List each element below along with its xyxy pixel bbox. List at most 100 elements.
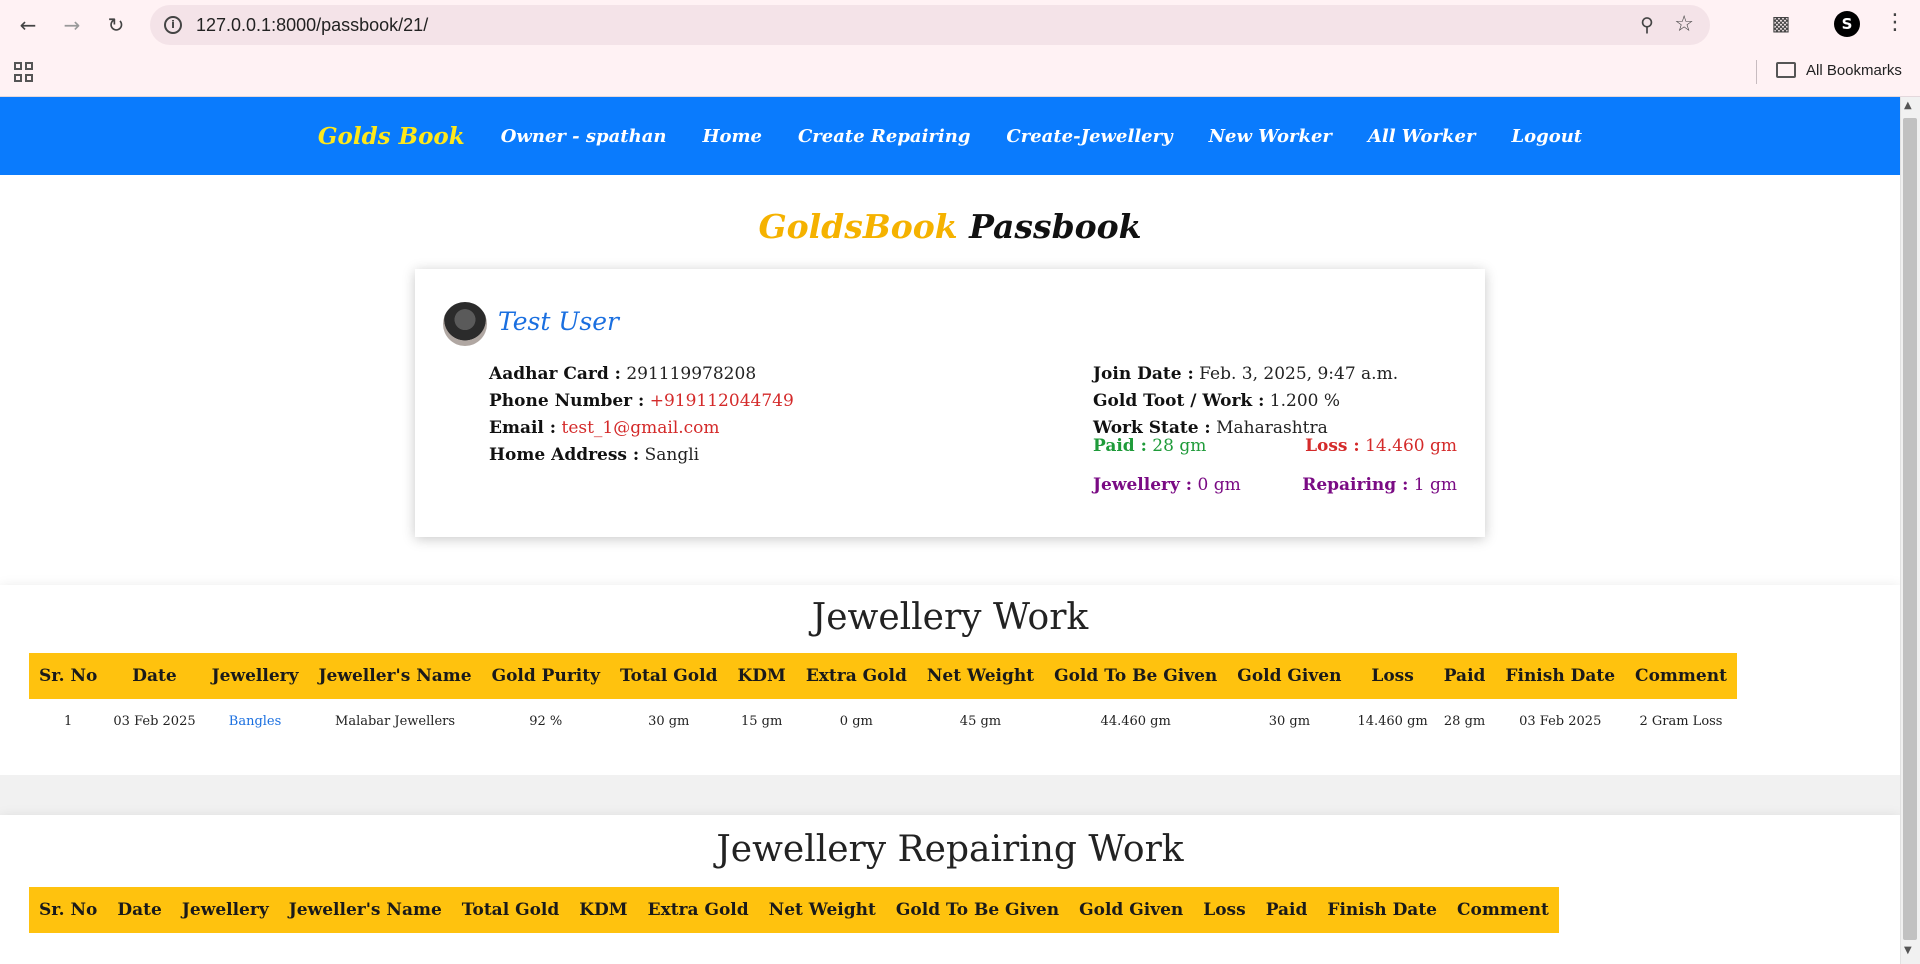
column-header: Comment: [1625, 653, 1737, 699]
scroll-up-arrow-icon[interactable]: ▲: [1904, 100, 1912, 111]
nav-logout[interactable]: Logout: [1493, 126, 1600, 147]
column-header: Sr. No: [29, 887, 108, 933]
column-header: Net Weight: [758, 887, 886, 933]
gold-toot-label: Gold Toot / Work :: [1093, 391, 1265, 411]
table-cell: 03 Feb 2025: [113, 713, 196, 729]
column-header: Loss: [1351, 653, 1434, 699]
table-header-row: Sr. No Date Jewellery Jeweller's Name Gold P…: [29, 653, 1737, 699]
column-header: Extra Gold: [795, 653, 917, 699]
column-header: Jeweller's Name: [308, 653, 482, 699]
column-header: Loss: [1193, 887, 1256, 933]
join-date-label: Join Date :: [1093, 364, 1194, 384]
reload-icon[interactable]: ↻: [102, 12, 130, 40]
nav-new-worker[interactable]: New Worker: [1191, 126, 1350, 147]
table-cell: 1: [64, 713, 73, 729]
aadhar-label: Aadhar Card :: [489, 364, 621, 384]
table-cell: Bangles: [202, 699, 309, 743]
repairing-label: Repairing :: [1302, 475, 1409, 495]
column-header: Total Gold: [609, 653, 728, 699]
paid-stat: Paid : 28 gm: [1093, 436, 1206, 456]
column-header: Jeweller's Name: [278, 887, 452, 933]
user-name: Test User: [498, 307, 619, 336]
scrollbar-thumb[interactable]: [1903, 118, 1917, 940]
jewellery-link[interactable]: Bangles: [229, 714, 282, 729]
repairing-work-section: Jewellery Repairing Work Sr. No Date Jewel…: [0, 815, 1900, 964]
column-header: Jewellery: [171, 887, 279, 933]
personal-info: Aadhar Card : 291119978208 Phone Number …: [489, 361, 794, 469]
column-header: Gold To Be Given: [885, 887, 1070, 933]
bookmarks-separator: [1756, 60, 1757, 84]
column-header: Paid: [1433, 653, 1496, 699]
nav-all-worker[interactable]: All Worker: [1350, 126, 1494, 147]
gold-toot-value: 1.200 %: [1269, 391, 1341, 411]
column-header: Sr. No: [29, 653, 108, 699]
page-title: GoldsBook Passbook: [0, 207, 1900, 246]
bookmarks-bar: [0, 50, 1920, 97]
table-cell: 14.460 gm: [1357, 713, 1428, 729]
menu-kebab-icon[interactable]: ⋮: [1884, 10, 1906, 35]
jewellery-work-table: Sr. No Date Jewellery Jeweller's Name Gold P…: [29, 653, 1737, 743]
forward-arrow-icon[interactable]: →: [58, 12, 86, 40]
table-cell: 45 gm: [959, 713, 1002, 729]
phone-value[interactable]: +919112044749: [650, 391, 794, 411]
top-navbar: Golds Book Owner - spathan Home Create R…: [0, 97, 1900, 175]
profile-card: Test User Aadhar Card : 291119978208 Pho…: [415, 269, 1485, 537]
table-row: 1 03 Feb 2025 Bangles Malabar Jewellers 92 %…: [29, 699, 1737, 743]
table-cell: 28 gm: [1443, 713, 1486, 729]
join-date-value: Feb. 3, 2025, 9:47 a.m.: [1199, 364, 1399, 384]
address-bar[interactable]: i 127.0.0.1:8000/passbook/21/ ⚲ ☆: [150, 5, 1710, 45]
table-cell: 2 Gram Loss: [1639, 713, 1723, 729]
bookmark-star-icon[interactable]: ☆: [1674, 12, 1694, 37]
loss-value: 14.460 gm: [1365, 436, 1457, 456]
all-bookmarks-link[interactable]: All Bookmarks: [1806, 62, 1902, 79]
email-value[interactable]: test_1@gmail.com: [561, 418, 719, 438]
column-header: Jewellery: [201, 653, 309, 699]
work-state-value: Maharashtra: [1216, 418, 1328, 438]
loss-stat: Loss : 14.460 gm: [1305, 436, 1457, 456]
nav-create-jewellery[interactable]: Create-Jewellery: [988, 126, 1190, 147]
paid-value: 28 gm: [1152, 436, 1207, 456]
nav-create-repairing[interactable]: Create Repairing: [780, 126, 988, 147]
jewellery-label: Jewellery :: [1093, 475, 1193, 495]
column-header: Net Weight: [916, 653, 1045, 699]
table-cell: 03 Feb 2025: [1519, 713, 1602, 729]
address-url[interactable]: 127.0.0.1:8000/passbook/21/: [196, 15, 428, 36]
section-gap: [0, 775, 1900, 815]
repairing-stat: Repairing : 1 gm: [1302, 475, 1457, 495]
folder-icon: [1776, 62, 1796, 78]
jewellery-work-section: Jewellery Work Sr. No Date Jewellery Jewell…: [0, 585, 1900, 775]
scroll-down-arrow-icon[interactable]: ▼: [1904, 945, 1912, 956]
column-header: Gold To Be Given: [1044, 653, 1228, 699]
address-value: Sangli: [644, 445, 700, 465]
column-header: Date: [107, 887, 172, 933]
page-content: Golds Book Owner - spathan Home Create R…: [0, 97, 1900, 964]
repairing-work-title: Jewellery Repairing Work: [716, 829, 1184, 870]
table-cell: 92 %: [529, 713, 563, 729]
address-label: Home Address :: [489, 445, 640, 465]
repairing-work-table: Sr. No Date Jewellery Jeweller's Name Total …: [29, 887, 1559, 933]
table-cell: 15 gm: [740, 713, 783, 729]
column-header: Date: [107, 653, 202, 699]
column-header: KDM: [727, 653, 796, 699]
profile-avatar[interactable]: S: [1834, 11, 1860, 37]
browser-toolbar: ← → ↻ i 127.0.0.1:8000/passbook/21/ ⚲ ☆ …: [0, 0, 1920, 50]
loss-label: Loss :: [1305, 436, 1360, 456]
column-header: Finish Date: [1317, 887, 1447, 933]
back-arrow-icon[interactable]: ←: [14, 12, 42, 40]
page-title-gold: GoldsBook: [758, 207, 958, 246]
zoom-icon[interactable]: ⚲: [1640, 14, 1654, 36]
column-header: Gold Given: [1069, 887, 1194, 933]
column-header: Finish Date: [1495, 653, 1626, 699]
brand-logo[interactable]: Golds Book: [300, 123, 483, 150]
extensions-icon[interactable]: ▩: [1768, 11, 1794, 37]
column-header: Comment: [1447, 887, 1559, 933]
aadhar-value: 291119978208: [626, 364, 757, 384]
nav-home[interactable]: Home: [684, 126, 780, 147]
site-info-icon[interactable]: i: [164, 16, 182, 34]
avatar: [443, 302, 487, 346]
table-cell: 0 gm: [839, 713, 873, 729]
apps-grid-icon[interactable]: [14, 62, 34, 82]
column-header: KDM: [569, 887, 638, 933]
nav-owner[interactable]: Owner - spathan: [483, 126, 685, 147]
column-header: Gold Given: [1227, 653, 1352, 699]
